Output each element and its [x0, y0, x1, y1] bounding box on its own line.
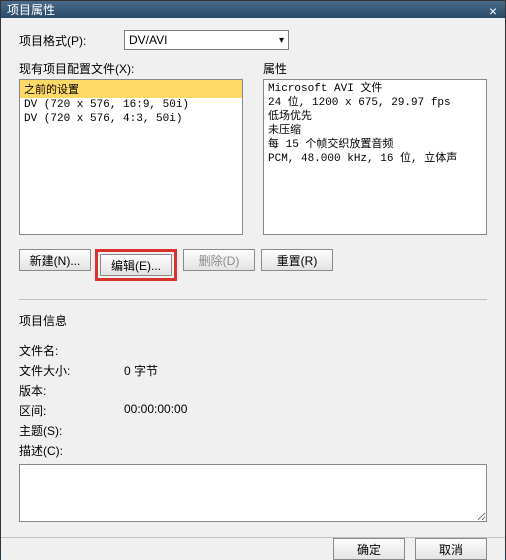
- project-info-heading: 项目信息: [19, 312, 487, 329]
- footer: 确定 取消: [1, 537, 505, 560]
- ok-button[interactable]: 确定: [333, 538, 405, 560]
- content-area: 项目格式(P): DV/AVI 现有项目配置文件(X): 之前的设置 DV (7…: [1, 18, 505, 537]
- desc-textarea[interactable]: [19, 464, 487, 522]
- titlebar: 项目属性 ×: [1, 1, 505, 18]
- filesize-label: 文件大小:: [19, 362, 124, 379]
- delete-button: 删除(D): [183, 249, 255, 271]
- range-label: 区间:: [19, 402, 124, 419]
- list-item[interactable]: DV (720 x 576, 16:9, 50i): [20, 98, 242, 112]
- properties-box: Microsoft AVI 文件 24 位, 1200 x 675, 29.97…: [263, 79, 487, 235]
- format-combo-value: DV/AVI: [129, 33, 167, 47]
- list-item[interactable]: 之前的设置: [20, 80, 242, 98]
- info-grid: 文件名: 文件大小: 0 字节 版本: 区间: 00:00:00:00 主题(S…: [19, 339, 487, 525]
- new-button[interactable]: 新建(N)...: [19, 249, 91, 271]
- filename-label: 文件名:: [19, 342, 124, 359]
- list-item[interactable]: DV (720 x 576, 4:3, 50i): [20, 112, 242, 126]
- highlight-box: 编辑(E)...: [95, 249, 177, 281]
- format-combo[interactable]: DV/AVI: [124, 30, 289, 50]
- reset-button[interactable]: 重置(R): [261, 249, 333, 271]
- range-value: 00:00:00:00: [124, 402, 187, 419]
- profile-list[interactable]: 之前的设置 DV (720 x 576, 16:9, 50i) DV (720 …: [19, 79, 243, 235]
- divider: [19, 299, 487, 300]
- filesize-value: 0 字节: [124, 362, 158, 379]
- subject-label: 主题(S):: [19, 422, 124, 439]
- properties-label: 属性: [263, 60, 487, 77]
- close-icon[interactable]: ×: [489, 3, 497, 19]
- existing-label: 现有项目配置文件(X):: [19, 60, 243, 77]
- edit-button[interactable]: 编辑(E)...: [100, 254, 172, 276]
- cancel-button[interactable]: 取消: [415, 538, 487, 560]
- subject-input[interactable]: [124, 422, 487, 439]
- dialog-window: 项目属性 × 项目格式(P): DV/AVI 现有项目配置文件(X): 之前的设…: [0, 0, 506, 553]
- desc-label: 描述(C):: [19, 442, 124, 459]
- format-label: 项目格式(P):: [19, 32, 124, 49]
- version-label: 版本:: [19, 382, 124, 399]
- window-title: 项目属性: [7, 1, 55, 18]
